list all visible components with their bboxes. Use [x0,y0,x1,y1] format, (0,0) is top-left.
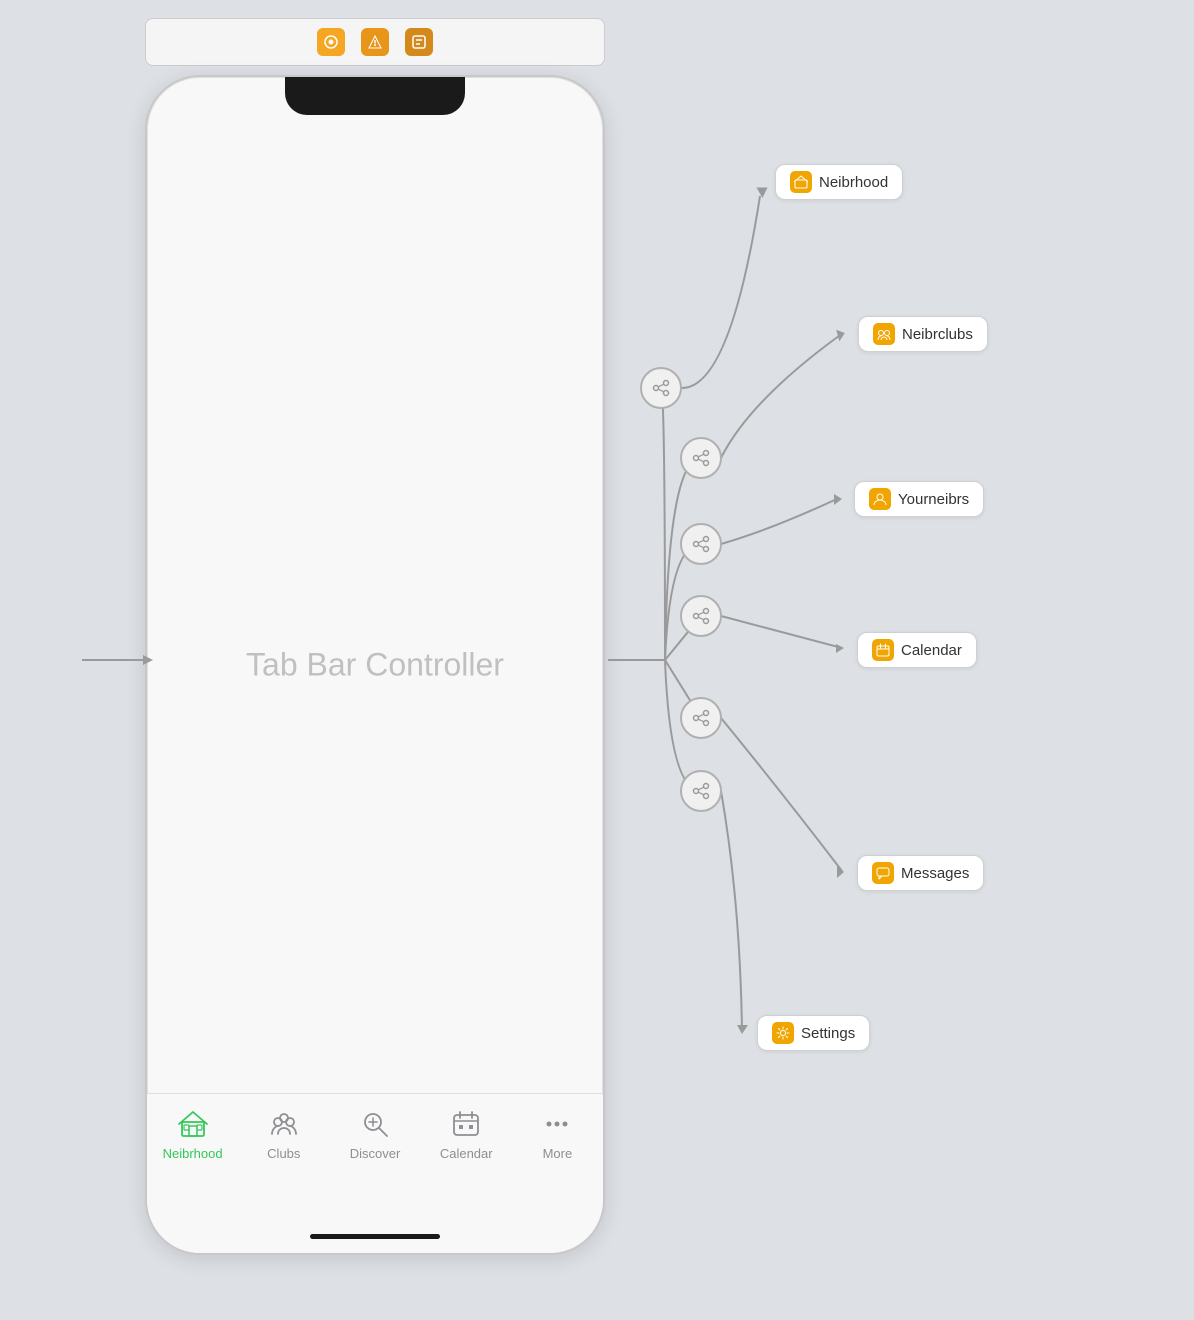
discover-tab-icon [357,1106,393,1142]
toolbar-icon-3[interactable] [405,28,433,56]
xcode-toolbar [145,18,605,66]
messages-dest-label: Messages [901,865,969,882]
discover-tab-label: Discover [350,1146,401,1161]
tab-bar: Neibrhood Clubs [147,1093,603,1253]
messages-dest-icon [872,862,894,884]
toolbar-icon-1[interactable] [317,28,345,56]
tab-calendar[interactable]: Calendar [421,1106,512,1161]
neibrclubs-dest-label: Neibrclubs [902,326,973,343]
toolbar-icon-2[interactable] [361,28,389,56]
calendar-tab-label: Calendar [440,1146,493,1161]
iphone-notch [285,77,465,115]
nav-node-2[interactable] [680,437,722,479]
tab-clubs[interactable]: Clubs [238,1106,329,1161]
neibrclubs-dest-icon [873,323,895,345]
neibrhood-dest-icon [790,171,812,193]
dest-settings[interactable]: Settings [757,1015,870,1051]
nav-node-1[interactable] [640,367,682,409]
calendar-tab-icon [448,1106,484,1142]
dest-calendar[interactable]: Calendar [857,632,977,668]
settings-dest-label: Settings [801,1025,855,1042]
dest-yourneibrs[interactable]: Yourneibrs [854,481,984,517]
nav-node-3[interactable] [680,523,722,565]
calendar-dest-label: Calendar [901,642,962,659]
neibrhood-tab-icon [175,1106,211,1142]
nav-node-5[interactable] [680,697,722,739]
home-indicator [310,1234,440,1239]
more-tab-label: More [543,1146,573,1161]
calendar-dest-icon [872,639,894,661]
tab-discover[interactable]: Discover [329,1106,420,1161]
nav-node-4[interactable] [680,595,722,637]
neibrhood-tab-label: Neibrhood [163,1146,223,1161]
neibrhood-dest-label: Neibrhood [819,174,888,191]
dest-messages[interactable]: Messages [857,855,984,891]
clubs-tab-icon [266,1106,302,1142]
settings-dest-icon [772,1022,794,1044]
yourneibrs-dest-icon [869,488,891,510]
dest-neibrhood[interactable]: Neibrhood [775,164,903,200]
tab-more[interactable]: More [512,1106,603,1161]
tab-neibrhood[interactable]: Neibrhood [147,1106,238,1161]
dest-neibrclubs[interactable]: Neibrclubs [858,316,988,352]
yourneibrs-dest-label: Yourneibrs [898,491,969,508]
nav-node-6[interactable] [680,770,722,812]
iphone-device: Tab Bar Controller Neibrhood [145,75,605,1255]
tab-bar-controller-label: Tab Bar Controller [246,647,504,684]
clubs-tab-label: Clubs [267,1146,300,1161]
more-tab-icon [539,1106,575,1142]
